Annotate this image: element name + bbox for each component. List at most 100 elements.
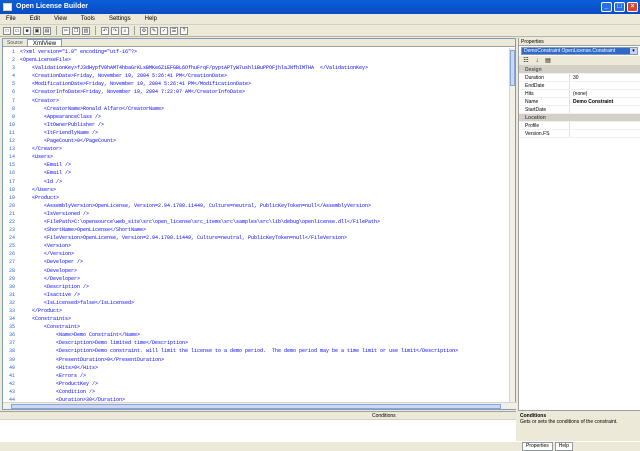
categorized-icon[interactable]: ☷ (522, 57, 530, 65)
xml-line[interactable]: <Condition /> (20, 388, 508, 396)
xml-line[interactable]: <Product> (20, 194, 508, 202)
xml-line[interactable]: <Developer> (20, 267, 508, 275)
copy-icon[interactable]: ❐ (72, 26, 80, 35)
xml-line[interactable]: <FileVersion>OpenLicense, Version=2.94.1… (20, 234, 508, 242)
xml-line[interactable]: <Creator> (20, 97, 508, 105)
xml-line[interactable]: <CreatorName>Ronald Alfaro</CreatorName> (20, 105, 508, 113)
scroll-thumb[interactable] (510, 50, 515, 86)
property-value[interactable] (569, 106, 640, 113)
property-value[interactable] (569, 122, 640, 129)
scroll-thumb[interactable] (11, 404, 501, 409)
xml-line[interactable]: <FilePath>C:\opensource\web_site\src\ope… (20, 218, 508, 226)
help-icon[interactable]: ? (180, 26, 188, 35)
property-row[interactable]: EndDate (519, 82, 640, 90)
property-pages-icon[interactable]: ▤ (544, 57, 552, 65)
xml-line[interactable]: <ShortName>OpenLicense</ShortName> (20, 226, 508, 234)
xml-line[interactable]: <Developer /> (20, 258, 508, 266)
xml-line[interactable]: <Name>Demo Constraint</Name> (20, 331, 508, 339)
xml-line[interactable]: <IsLicensed>false</IsLicensed> (20, 299, 508, 307)
tab-xmlview[interactable]: XmlView (26, 39, 63, 47)
property-row[interactable]: StartDate (519, 106, 640, 114)
line-number: 16 (8, 170, 15, 177)
property-row[interactable]: Version.FS (519, 130, 640, 138)
property-value[interactable]: 30 (569, 74, 640, 81)
xml-line[interactable]: </Users> (20, 186, 508, 194)
chevron-down-icon[interactable]: ▾ (630, 48, 637, 54)
xml-line[interactable]: <AssemblyVersion>OpenLicense, Version=2.… (20, 202, 508, 210)
xml-line[interactable]: <Constraints> (20, 315, 508, 323)
xml-line[interactable]: <Version> (20, 242, 508, 250)
maximize-button[interactable]: □ (614, 2, 625, 12)
xml-line[interactable]: <ModificationDate>Friday, November 19, 2… (20, 80, 508, 88)
redo-icon[interactable]: ↷ (111, 26, 119, 35)
tab-help[interactable]: Help (554, 442, 574, 451)
xml-line[interactable]: <PresentDuration>0</PresentDuration> (20, 356, 508, 364)
property-row[interactable]: Profile (519, 122, 640, 130)
xml-code-area[interactable]: 1 2 3 4 5 6 7 8 9 10 11 12 13 14 15 16 17 18 19 20 21 22 23 24 2… (3, 48, 511, 402)
xml-line[interactable]: <AppearanceClass /> (20, 113, 508, 121)
output-panel: Conditions (0, 411, 516, 441)
xml-line[interactable]: <ItOwnerPublisher /> (20, 121, 508, 129)
tab-properties[interactable]: Properties (522, 442, 553, 451)
xml-line[interactable]: <Description>Demo limited time</Descript… (20, 339, 508, 347)
open-icon[interactable]: ▭ (13, 26, 21, 35)
undo-icon[interactable]: ↶ (101, 26, 109, 35)
new-icon[interactable]: □ (3, 26, 11, 35)
xml-line[interactable]: <IsVersioned /> (20, 210, 508, 218)
xml-line[interactable]: <Description>Demo constraint. will limit… (20, 347, 508, 355)
property-value[interactable]: Demo Constraint (569, 98, 640, 105)
property-value[interactable] (569, 82, 640, 89)
xml-line[interactable]: </Developer> (20, 275, 508, 283)
xml-line[interactable]: </Creator> (20, 145, 508, 153)
alphabetical-icon[interactable]: ↓ (533, 57, 541, 65)
xml-line[interactable]: <Isactive /> (20, 291, 508, 299)
property-value[interactable] (569, 130, 640, 137)
xml-line[interactable]: </Product> (20, 307, 508, 315)
save-all-icon[interactable]: ▣ (33, 26, 41, 35)
cut-icon[interactable]: ✂ (62, 26, 70, 35)
xml-lines[interactable]: <?xml version="1.0" encoding="utf-16"?> <… (20, 48, 508, 402)
property-row[interactable]: Duration 30 (519, 74, 640, 82)
menu-item-file[interactable]: File (4, 14, 18, 24)
xml-line[interactable]: <Description /> (20, 283, 508, 291)
menu-item-settings[interactable]: Settings (107, 14, 133, 24)
property-row[interactable]: Name Demo Constraint (519, 98, 640, 106)
xml-line[interactable]: <PageCount>0</PageCount> (20, 137, 508, 145)
xml-line[interactable]: </Version> (20, 250, 508, 258)
build-icon[interactable]: ⚙ (140, 26, 148, 35)
xml-line[interactable]: <ProductKey /> (20, 380, 508, 388)
xml-line[interactable]: <Constraint> (20, 323, 508, 331)
xml-line[interactable]: <ValidationKey>fJ3dHypfV0hAMT4hbaGrKLsBM… (20, 64, 508, 72)
xml-line[interactable]: <Users> (20, 153, 508, 161)
xml-line[interactable]: <OpenLicenseFile> (20, 56, 508, 64)
xml-line[interactable]: <CreationDate>Friday, November 19, 2004 … (20, 72, 508, 80)
close-button[interactable]: × (627, 2, 638, 12)
property-row[interactable]: Hits (none) (519, 90, 640, 98)
settings-icon[interactable]: ☰ (170, 26, 178, 35)
print-icon[interactable]: ▤ (43, 26, 51, 35)
xml-line[interactable]: <?xml version="1.0" encoding="utf-16"?> (20, 48, 508, 56)
editor-horizontal-scrollbar[interactable] (3, 402, 517, 409)
paste-icon[interactable]: ▥ (82, 26, 90, 35)
menu-item-view[interactable]: View (52, 14, 69, 24)
menu-item-tools[interactable]: Tools (79, 14, 97, 24)
menu-item-help[interactable]: Help (143, 14, 159, 24)
sign-icon[interactable]: ✎ (150, 26, 158, 35)
xml-line[interactable]: <Errors /> (20, 372, 508, 380)
save-icon[interactable]: ■ (23, 26, 31, 35)
property-category[interactable]: Design (519, 66, 640, 74)
minimize-button[interactable]: _ (601, 2, 612, 12)
xml-line[interactable]: <Hits>0</Hits> (20, 364, 508, 372)
xml-line[interactable]: <CreatorInfoDate>Friday, November 19, 20… (20, 88, 508, 96)
property-category[interactable]: Location (519, 114, 640, 122)
xml-line[interactable]: <Email /> (20, 161, 508, 169)
xml-line[interactable]: <ItFriendlyName /> (20, 129, 508, 137)
editor-vertical-scrollbar[interactable] (509, 48, 515, 402)
xml-line[interactable]: <Id /> (20, 178, 508, 186)
verify-icon[interactable]: ✓ (160, 26, 168, 35)
menu-item-edit[interactable]: Edit (28, 14, 42, 24)
find-icon[interactable]: ⌕ (121, 26, 129, 35)
object-selector[interactable]: DemoConstraint OpenLicense.Constraint ▾ (521, 47, 638, 55)
property-value[interactable]: (none) (569, 90, 640, 97)
xml-line[interactable]: <Email /> (20, 169, 508, 177)
